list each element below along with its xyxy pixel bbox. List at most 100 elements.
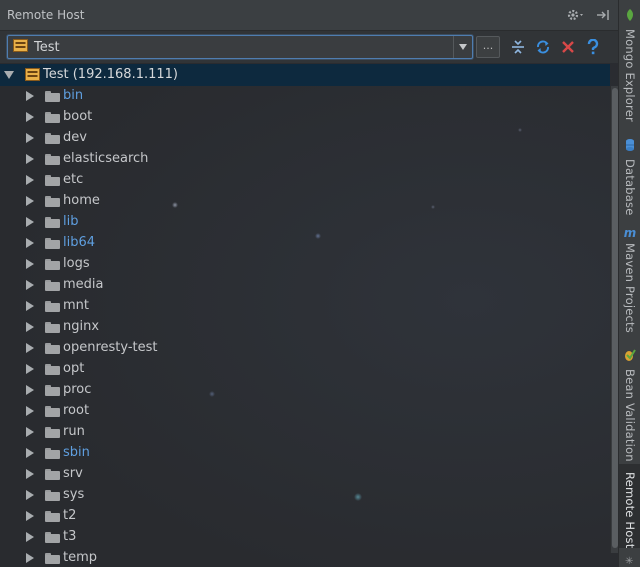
folder-icon [45,322,60,333]
folder-name: run [63,424,85,439]
collapse-all-icon[interactable] [509,38,527,56]
folder-icon [45,175,60,186]
expand-arrow-icon[interactable] [26,259,34,269]
folder-icon [45,217,60,228]
expand-arrow-icon[interactable] [26,511,34,521]
side-tab-mongo-explorer[interactable]: Mongo Explorer [619,8,640,122]
expand-arrow-icon[interactable] [26,112,34,122]
expand-arrow-icon[interactable] [26,217,34,227]
expand-arrow-icon[interactable] [26,427,34,437]
bean-validation-icon [624,348,636,366]
folder-icon [45,91,60,102]
more-options-button[interactable]: ... [476,36,500,58]
hide-panel-icon[interactable] [596,8,610,22]
tree-folder-row[interactable]: temp [0,548,610,567]
folder-icon [45,301,60,312]
panel-toolbar: Test ... [0,31,618,63]
folder-icon [45,385,60,396]
folder-icon [45,112,60,123]
expand-arrow-icon[interactable] [26,385,34,395]
folder-name: media [63,277,104,292]
tree-root-row[interactable]: Test (192.168.1.111) [0,64,610,86]
more-tabs-icon[interactable]: ✳ [625,556,635,567]
folder-name: lib [63,214,79,229]
expand-arrow-icon[interactable] [26,406,34,416]
tree-folder-row[interactable]: srv [0,464,610,485]
expand-arrow-icon[interactable] [26,196,34,206]
database-icon [625,138,635,156]
expand-arrow-icon[interactable] [26,154,34,164]
expand-arrow-icon[interactable] [26,448,34,458]
tree-folder-row[interactable]: lib [0,212,610,233]
tree-folder-row[interactable]: etc [0,170,610,191]
tree-folder-row[interactable]: nginx [0,317,610,338]
folder-name: sbin [63,445,90,460]
tree-folder-row[interactable]: lib64 [0,233,610,254]
chevron-down-icon[interactable] [453,36,472,58]
folder-name: t2 [63,508,77,523]
side-tab-remote-host[interactable]: Remote Host [619,464,640,548]
expand-arrow-icon[interactable] [4,71,14,79]
folder-icon [45,448,60,459]
expand-arrow-icon[interactable] [26,532,34,542]
tree-folder-row[interactable]: logs [0,254,610,275]
expand-arrow-icon[interactable] [26,364,34,374]
side-tab-bean-validation[interactable]: Bean Validation [619,348,640,462]
tree-folder-row[interactable]: openresty-test [0,338,610,359]
folder-icon [45,364,60,375]
tree-folder-row[interactable]: proc [0,380,610,401]
side-tab-maven-projects[interactable]: m Maven Projects [619,226,640,333]
expand-arrow-icon[interactable] [26,469,34,479]
folder-name: boot [63,109,93,124]
tree-folder-row[interactable]: home [0,191,610,212]
tree-folder-row[interactable]: mnt [0,296,610,317]
tree-folder-row[interactable]: opt [0,359,610,380]
file-tree: Test (192.168.1.111) bin boot dev elasticse… [0,64,610,567]
tree-folder-row[interactable]: t2 [0,506,610,527]
right-tool-strip: Mongo Explorer Database m Maven Projects… [618,0,640,567]
host-select-dropdown[interactable]: Test [7,35,473,59]
side-tab-database[interactable]: Database [619,138,640,216]
folder-name: t3 [63,529,77,544]
tree-folder-row[interactable]: sys [0,485,610,506]
settings-gear-icon[interactable] [566,8,586,22]
tree-folder-row[interactable]: dev [0,128,610,149]
tree-folder-row[interactable]: t3 [0,527,610,548]
folder-icon [45,133,60,144]
expand-arrow-icon[interactable] [26,301,34,311]
folder-icon [45,259,60,270]
folder-icon [45,553,60,564]
server-icon [25,68,40,85]
folder-name: temp [63,550,98,565]
expand-arrow-icon[interactable] [26,343,34,353]
folder-icon [45,154,60,165]
expand-arrow-icon[interactable] [26,133,34,143]
folder-name: srv [63,466,83,481]
side-tab-label: Bean Validation [623,369,637,462]
sync-icon[interactable] [534,38,552,56]
expand-arrow-icon[interactable] [26,490,34,500]
folder-name: opt [63,361,85,376]
side-tab-label: Database [623,159,637,216]
expand-arrow-icon[interactable] [26,280,34,290]
tree-root-label: Test (192.168.1.111) [43,67,178,82]
expand-arrow-icon[interactable] [26,322,34,332]
host-select-value: Test [34,39,60,55]
expand-arrow-icon[interactable] [26,175,34,185]
tree-folder-row[interactable]: boot [0,107,610,128]
tree-folder-row[interactable]: media [0,275,610,296]
tree-folder-row[interactable]: bin [0,86,610,107]
help-icon[interactable] [584,38,602,56]
tree-folder-row[interactable]: sbin [0,443,610,464]
folder-name: openresty-test [63,340,158,355]
tree-folder-row[interactable]: elasticsearch [0,149,610,170]
tree-folder-row[interactable]: root [0,401,610,422]
folder-name: logs [63,256,90,271]
close-icon[interactable] [559,38,577,56]
expand-arrow-icon[interactable] [26,91,34,101]
folder-name: elasticsearch [63,151,149,166]
expand-arrow-icon[interactable] [26,553,34,563]
remote-host-panel: Remote Host Test ... Test (192.168.1.111… [0,0,619,567]
expand-arrow-icon[interactable] [26,238,34,248]
tree-folder-row[interactable]: run [0,422,610,443]
